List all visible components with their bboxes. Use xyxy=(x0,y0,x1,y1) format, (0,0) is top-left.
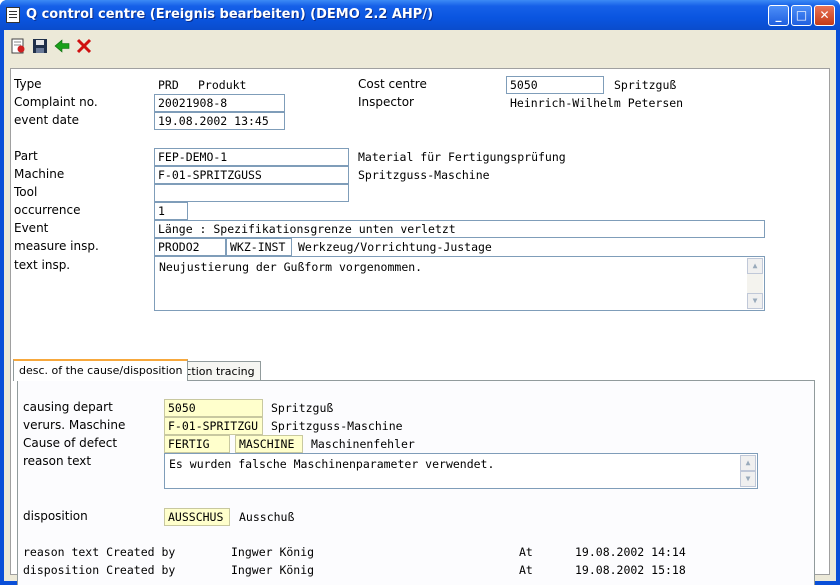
causing-depart-label: causing depart xyxy=(23,400,113,414)
new-record-icon[interactable] xyxy=(10,38,26,54)
occurrence-input[interactable]: 1 xyxy=(154,202,188,220)
text-insp-label: text insp. xyxy=(14,258,71,272)
type-label: Type xyxy=(14,77,42,91)
cost-centre-label: Cost centre xyxy=(358,77,427,91)
cause-defect-type-input[interactable]: MASCHINE xyxy=(235,435,303,453)
cost-centre-input[interactable]: 5050 xyxy=(506,76,604,94)
causing-depart-input[interactable]: 5050 xyxy=(164,399,263,417)
cause-defect-code-input[interactable]: FERTIG xyxy=(164,435,230,453)
machine-label: Machine xyxy=(14,167,65,181)
measure-text: Werkzeug/Vorrichtung-Justage xyxy=(298,240,492,254)
disposition-at-label: At xyxy=(519,563,533,577)
scroll-down-icon[interactable]: ▼ xyxy=(747,293,763,309)
inspector-value: Heinrich-Wilhelm Petersen xyxy=(510,96,684,110)
disposition-created-label: disposition Created by xyxy=(23,563,176,577)
reason-created-user: Ingwer König xyxy=(231,545,315,559)
text-insp-scrollbar[interactable]: ▲ ▼ xyxy=(747,258,763,309)
cause-machine-text: Spritzguss-Maschine xyxy=(271,419,403,433)
back-arrow-icon[interactable] xyxy=(54,38,70,54)
event-date-input[interactable]: 19.08.2002 13:45 xyxy=(154,112,285,130)
cause-defect-label: Cause of defect xyxy=(23,436,118,450)
measure-code-input[interactable]: PRODO2 xyxy=(154,238,226,256)
reason-text-value: Es wurden falsche Maschinenparameter ver… xyxy=(169,457,495,471)
part-input[interactable]: FEP-DEMO-1 xyxy=(154,148,349,166)
disposition-created-user: Ingwer König xyxy=(231,563,315,577)
text-insp-value: Neujustierung der Gußform vorgenommen. xyxy=(159,260,423,274)
minimize-button[interactable]: _ xyxy=(768,5,789,26)
tool-label: Tool xyxy=(14,185,38,199)
scroll-up-icon[interactable]: ▲ xyxy=(740,455,756,471)
close-button[interactable]: ✕ xyxy=(814,5,835,26)
maximize-button[interactable]: □ xyxy=(791,5,812,26)
event-input[interactable]: Länge : Spezifikationsgrenze unten verle… xyxy=(154,220,765,238)
cause-tab-panel: causing depart 5050 Spritzguß verurs. Ma… xyxy=(17,380,815,585)
occurrence-label: occurrence xyxy=(14,203,81,217)
app-window: Q control centre (Ereignis bearbeiten) (… xyxy=(0,0,840,585)
cause-defect-text: Maschinenfehler xyxy=(311,437,415,451)
event-date-label: event date xyxy=(14,113,80,127)
causing-depart-text: Spritzguß xyxy=(271,401,334,415)
type-code: PRD xyxy=(158,78,179,92)
measure-label: measure insp. xyxy=(14,239,99,253)
scroll-down-icon[interactable]: ▼ xyxy=(740,471,756,487)
event-form: Type PRD Produkt Cost centre 5050 Spritz… xyxy=(10,68,830,585)
disposition-created-date: 19.08.2002 15:18 xyxy=(575,563,686,577)
reason-scrollbar[interactable]: ▲ ▼ xyxy=(740,455,756,487)
document-icon xyxy=(6,7,20,23)
client-area: Type PRD Produkt Cost centre 5050 Spritz… xyxy=(4,30,836,585)
reason-at-label: At xyxy=(519,545,533,559)
type-text: Produkt xyxy=(198,78,247,92)
inspector-label: Inspector xyxy=(358,95,414,109)
tool-input[interactable] xyxy=(154,184,349,202)
reason-text-label: reason text xyxy=(23,454,92,468)
cost-centre-text: Spritzguß xyxy=(614,78,677,92)
delete-icon[interactable] xyxy=(76,38,92,54)
reason-created-date: 19.08.2002 14:14 xyxy=(575,545,686,559)
disposition-input[interactable]: AUSSCHUS xyxy=(164,508,230,526)
reason-textarea[interactable]: Es wurden falsche Maschinenparameter ver… xyxy=(164,453,758,489)
scroll-up-icon[interactable]: ▲ xyxy=(747,258,763,274)
disposition-label: disposition xyxy=(23,509,88,523)
complaint-input[interactable]: 20021908-8 xyxy=(154,94,285,112)
disposition-text: Ausschuß xyxy=(239,510,295,524)
save-icon[interactable] xyxy=(32,38,48,54)
complaint-label: Complaint no. xyxy=(14,95,98,109)
machine-text: Spritzguss-Maschine xyxy=(358,168,490,182)
text-insp-textarea[interactable]: Neujustierung der Gußform vorgenommen. ▲… xyxy=(154,256,765,311)
cause-machine-input[interactable]: F-01-SPRITZGU xyxy=(164,417,263,435)
part-label: Part xyxy=(14,149,38,163)
cause-machine-label: verurs. Maschine xyxy=(23,418,126,432)
tab-cause-disposition[interactable]: desc. of the cause/disposition xyxy=(13,359,189,381)
title-bar[interactable]: Q control centre (Ereignis bearbeiten) (… xyxy=(0,0,840,30)
part-text: Material für Fertigungsprüfung xyxy=(358,150,566,164)
reason-created-label: reason text Created by xyxy=(23,545,176,559)
event-label: Event xyxy=(14,221,49,235)
window-title: Q control centre (Ereignis bearbeiten) (… xyxy=(26,7,434,22)
measure-type-input[interactable]: WKZ-INST xyxy=(226,238,292,256)
machine-input[interactable]: F-01-SPRITZGUSS xyxy=(154,166,349,184)
